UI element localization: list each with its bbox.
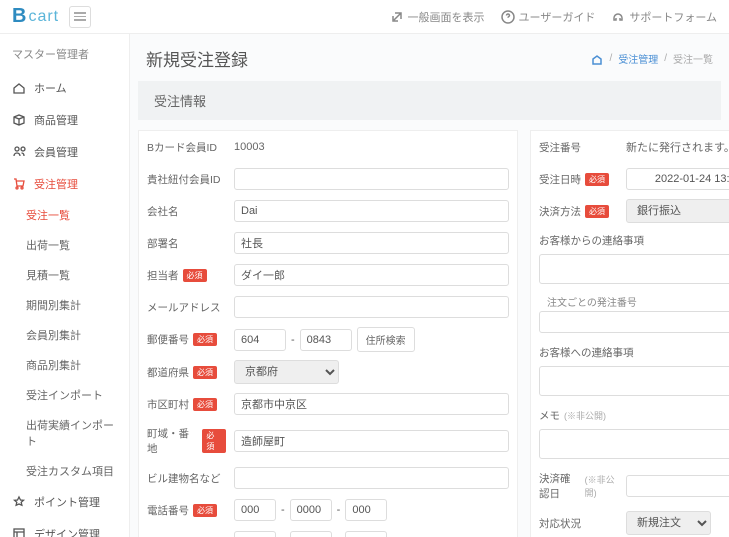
member-id-label: Bカード会員ID [139, 134, 234, 161]
external-link-icon [390, 10, 404, 24]
mob1-input[interactable] [234, 531, 276, 537]
sidebar: マスター管理者 ホーム 商品管理 会員管理 受注管理 受注一覧 出荷一覧 見積一… [0, 34, 130, 537]
sub-order-import[interactable]: 受注インポート [0, 380, 129, 410]
pay-select[interactable]: 銀行振込 [626, 199, 729, 223]
town-label: 町域・番地必須 [139, 420, 234, 462]
from-cust-label: お客様からの連絡事項 [531, 227, 729, 254]
confirm-dt-input[interactable] [626, 475, 729, 497]
person-label: 担当者必須 [139, 262, 234, 289]
memo-label: メモ(※非公開) [531, 402, 729, 429]
sub-shipping-list[interactable]: 出荷一覧 [0, 230, 129, 260]
sidebar-item-point[interactable]: ポイント管理 [0, 486, 129, 518]
tel-label: 電話番号必須 [139, 497, 234, 524]
pref-label: 都道府県必須 [139, 359, 234, 386]
member-id-value: 10003 [234, 141, 265, 153]
order-dt-input[interactable] [626, 168, 729, 190]
breadcrumb: /受注管理 /受注一覧 [591, 51, 713, 66]
city-label: 市区町村必須 [139, 391, 234, 418]
confirm-label: 決済確認日 (※非公開) [531, 465, 626, 507]
pref-select[interactable]: 京都府 [234, 360, 339, 384]
memo-textarea[interactable] [539, 429, 729, 459]
star-icon [12, 495, 26, 509]
dept-label: 部署名 [139, 230, 234, 257]
sidebar-item-home[interactable]: ホーム [0, 72, 129, 104]
linked-id-label: 貴社紐付会員ID [139, 166, 234, 193]
dept-input[interactable] [234, 232, 509, 254]
tel3-input[interactable] [345, 499, 387, 521]
admin-label: マスター管理者 [0, 40, 129, 72]
sub-product-agg[interactable]: 商品別集計 [0, 350, 129, 380]
support-link[interactable]: サポートフォーム [611, 9, 717, 25]
po-note-label: 注文ごとの発注番号 [539, 290, 729, 311]
external-view-link[interactable]: 一般画面を表示 [390, 9, 485, 25]
box-icon [12, 113, 26, 127]
sub-custom-fields[interactable]: 受注カスタム項目 [0, 456, 129, 486]
section-title: 受注情報 [138, 81, 721, 120]
cart-icon [12, 177, 26, 191]
address-search-button[interactable]: 住所検索 [357, 327, 415, 352]
sub-period-agg[interactable]: 期間別集計 [0, 290, 129, 320]
zip2-input[interactable] [300, 329, 352, 351]
linked-id-input[interactable] [234, 168, 509, 190]
tel1-input[interactable] [234, 499, 276, 521]
sub-ship-import[interactable]: 出荷実績インポート [0, 410, 129, 456]
left-panel: Bカード会員ID10003 貴社紐付会員ID 会社名 部署名 担当者必須 メール… [138, 130, 518, 537]
sub-quote-list[interactable]: 見積一覧 [0, 260, 129, 290]
from-cust-textarea[interactable] [539, 254, 729, 284]
users-icon [12, 145, 26, 159]
mob2-input[interactable] [290, 531, 332, 537]
user-guide-link[interactable]: ユーザーガイド [501, 9, 596, 25]
sidebar-item-member[interactable]: 会員管理 [0, 136, 129, 168]
bc-order-list: 受注一覧 [673, 51, 713, 66]
to-cust-label: お客様への連絡事項 [531, 339, 729, 366]
order-no-value: 新たに発行されます。 [626, 139, 729, 155]
status-label: 対応状況 [531, 510, 626, 537]
home-icon[interactable] [591, 53, 603, 65]
logo: Bcart [12, 5, 59, 28]
sidebar-item-product[interactable]: 商品管理 [0, 104, 129, 136]
sidebar-item-order[interactable]: 受注管理 [0, 168, 129, 200]
zip1-input[interactable] [234, 329, 286, 351]
pay-label: 決済方法必須 [531, 198, 626, 225]
bldg-label: ビル建物名など [139, 465, 234, 492]
bc-order-mgmt[interactable]: 受注管理 [618, 51, 658, 66]
sub-member-agg[interactable]: 会員別集計 [0, 320, 129, 350]
order-no-label: 受注番号 [531, 134, 626, 161]
company-input[interactable] [234, 200, 509, 222]
town-input[interactable] [234, 430, 509, 452]
help-icon [501, 10, 515, 24]
mob-label: 携帯番号 [139, 529, 234, 537]
email-input[interactable] [234, 296, 509, 318]
email-label: メールアドレス [139, 294, 234, 321]
headset-icon [611, 10, 625, 24]
order-dt-label: 受注日時必須 [531, 166, 626, 193]
page-title: 新規受注登録 [146, 46, 248, 71]
layout-icon [12, 527, 26, 537]
tel2-input[interactable] [290, 499, 332, 521]
right-panel: 受注番号新たに発行されます。 受注日時必須 決済方法必須銀行振込 お客様からの連… [530, 130, 729, 537]
zip-label: 郵便番号必須 [139, 326, 234, 353]
po-note-input[interactable] [539, 311, 729, 333]
home-icon [12, 81, 26, 95]
city-input[interactable] [234, 393, 509, 415]
menu-toggle-button[interactable] [69, 6, 91, 28]
status-select[interactable]: 新規注文 [626, 511, 711, 535]
company-label: 会社名 [139, 198, 234, 225]
to-cust-textarea[interactable] [539, 366, 729, 396]
bldg-input[interactable] [234, 467, 509, 489]
sub-order-list[interactable]: 受注一覧 [0, 200, 129, 230]
person-input[interactable] [234, 264, 509, 286]
sidebar-item-design[interactable]: デザイン管理 [0, 518, 129, 537]
mob3-input[interactable] [345, 531, 387, 537]
